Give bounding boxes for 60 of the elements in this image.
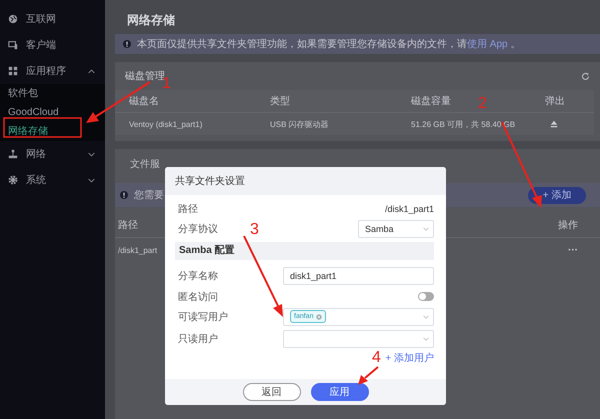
annotation-number: 2 bbox=[478, 96, 487, 112]
chevron-down-icon bbox=[423, 226, 429, 230]
path-value: /disk1_part1 bbox=[384, 204, 434, 214]
devices-icon bbox=[8, 40, 18, 50]
chevron-down-icon bbox=[423, 336, 429, 340]
add-user-link[interactable]: + 添加用户 bbox=[385, 351, 434, 365]
sidebar-item[interactable]: 应用程序 bbox=[0, 58, 105, 84]
annotation-arrow bbox=[358, 366, 379, 385]
column-header: 磁盘容量 bbox=[411, 96, 451, 107]
share-name-field[interactable]: disk1_part1 bbox=[283, 267, 434, 285]
sidebar-subitem[interactable]: 软件包 bbox=[0, 84, 105, 103]
back-button[interactable]: 返回 bbox=[242, 383, 300, 401]
field-label: 可读写用户 bbox=[177, 310, 228, 324]
info-icon bbox=[123, 40, 131, 48]
sidebar-item[interactable]: 客户端 bbox=[0, 32, 105, 58]
sidebar-item[interactable]: 互联网 bbox=[0, 6, 105, 32]
sidebar-subitem[interactable]: GoodCloud bbox=[0, 103, 105, 122]
notice-text: 本页面仅提供共享文件夹管理功能，如果需要管理您存储设备内的文件，请使用 App 。 bbox=[137, 38, 520, 51]
table-cell: 51.26 GB 可用，共 58.40 GB bbox=[411, 120, 516, 128]
tab[interactable]: 文件服 bbox=[130, 157, 160, 171]
column-header: 路径 bbox=[118, 219, 138, 232]
add-button[interactable]: + 添加 bbox=[528, 186, 586, 204]
field-label: 分享协议 bbox=[177, 222, 218, 236]
apply-button[interactable]: 应用 bbox=[310, 383, 368, 401]
table-cell: /disk1_part bbox=[118, 246, 158, 254]
annotation-number: 1 bbox=[162, 76, 171, 92]
info-icon bbox=[120, 191, 128, 199]
protocol-select[interactable]: Samba bbox=[358, 220, 434, 238]
annotation-number: 3 bbox=[250, 222, 259, 238]
column-header: 操作 bbox=[558, 219, 578, 232]
globe-icon bbox=[8, 14, 18, 24]
refresh-icon[interactable] bbox=[581, 72, 590, 80]
more-actions-button[interactable]: ··· bbox=[568, 244, 578, 256]
table-cell: USB 闪存驱动器 bbox=[270, 120, 329, 128]
notice-text: 您需要 bbox=[134, 189, 165, 202]
annotation-arrow bbox=[86, 81, 151, 123]
column-header: 类型 bbox=[270, 96, 290, 107]
eject-icon[interactable] bbox=[550, 120, 558, 128]
table-cell: Ventoy (disk1_part1) bbox=[129, 120, 202, 128]
annotation-number: 4 bbox=[372, 350, 381, 366]
anonymous-toggle[interactable] bbox=[418, 292, 434, 301]
settings-icon bbox=[8, 175, 18, 185]
page-title: 网络存储 bbox=[127, 12, 176, 28]
section-header: Samba 配置 bbox=[175, 242, 434, 260]
field-label: 匿名访问 bbox=[177, 290, 218, 304]
read-only-users-select[interactable] bbox=[283, 330, 434, 348]
dialog-title: 共享文件夹设置 bbox=[175, 174, 245, 188]
chevron-down-icon bbox=[423, 314, 429, 318]
close-icon[interactable] bbox=[316, 314, 322, 320]
field-label: 分享名称 bbox=[177, 270, 218, 283]
column-header: 磁盘名 bbox=[129, 96, 159, 107]
sidebar-item[interactable]: 网络 bbox=[0, 141, 105, 167]
card-title: 磁盘管理 bbox=[125, 70, 165, 82]
network-icon bbox=[8, 149, 18, 159]
field-label: 只读用户 bbox=[177, 332, 218, 346]
sidebar-item[interactable]: 系统 bbox=[0, 167, 105, 193]
apps-grid-icon bbox=[8, 66, 18, 76]
column-header: 弹出 bbox=[545, 94, 565, 108]
sidebar-subitem[interactable]: 网络存储 bbox=[0, 122, 105, 141]
field-label: 路径 bbox=[177, 202, 198, 216]
